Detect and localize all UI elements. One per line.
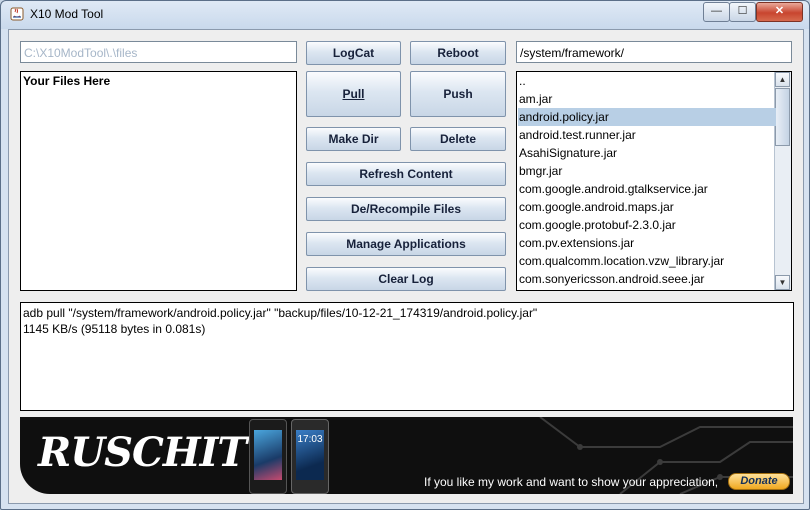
logcat-button[interactable]: LogCat xyxy=(306,41,401,65)
file-list-item[interactable]: com.sonyericsson.android.seee.jar xyxy=(518,270,776,288)
device-path-field[interactable]: /system/framework/ xyxy=(516,41,792,63)
file-list-item[interactable]: com.qualcomm.location.vzw_library.jar xyxy=(518,252,776,270)
file-list-item[interactable]: android.test.runner.jar xyxy=(518,126,776,144)
file-list-item[interactable]: com.pv.extensions.jar xyxy=(518,234,776,252)
device-file-list[interactable]: ▲ ▼ .. am.jar android.policy.jar android.te… xyxy=(516,71,792,291)
clear-log-button[interactable]: Clear Log xyxy=(306,267,506,291)
log-output[interactable]: adb pull "/system/framework/android.poli… xyxy=(20,302,794,411)
window-title: X10 Mod Tool xyxy=(30,7,104,21)
maximize-button[interactable]: ☐ xyxy=(729,2,756,22)
local-files-panel[interactable]: Your Files Here xyxy=(20,71,297,291)
close-button[interactable]: ✕ xyxy=(756,2,803,22)
pull-button[interactable]: Pull xyxy=(306,71,401,117)
local-path-field[interactable]: C:\X10ModTool\.\files xyxy=(20,41,297,63)
file-list-scrollbar[interactable]: ▲ ▼ xyxy=(774,72,791,290)
log-line: 1145 KB/s (95118 bytes in 0.081s) xyxy=(23,322,206,336)
app-window: X10 Mod Tool — ☐ ✕ C:\X10ModTool\.\files… xyxy=(0,0,810,510)
title-bar: X10 Mod Tool — ☐ ✕ xyxy=(1,1,809,29)
push-button[interactable]: Push xyxy=(410,71,506,117)
file-list-item[interactable]: .. xyxy=(518,72,776,90)
donate-button[interactable]: Donate xyxy=(728,473,790,490)
file-list-item[interactable]: android.policy.jar xyxy=(518,108,776,126)
ruschit-logo: RUSCHIT xyxy=(38,429,247,476)
log-line: adb pull "/system/framework/android.poli… xyxy=(23,306,538,320)
recompile-files-button[interactable]: De/Recompile Files xyxy=(306,197,506,221)
java-app-icon xyxy=(10,7,24,21)
scroll-down-arrow-icon[interactable]: ▼ xyxy=(775,275,790,290)
file-list-item[interactable]: com.google.android.gtalkservice.jar xyxy=(518,180,776,198)
phone-image-2: 17:03 xyxy=(291,419,329,494)
refresh-content-button[interactable]: Refresh Content xyxy=(306,162,506,186)
phone-clock: 17:03 xyxy=(296,430,324,480)
file-list-item[interactable]: AsahiSignature.jar xyxy=(518,144,776,162)
make-dir-button[interactable]: Make Dir xyxy=(306,127,401,151)
file-list-item[interactable]: bmgr.jar xyxy=(518,162,776,180)
file-list-item[interactable]: com.google.android.maps.jar xyxy=(518,198,776,216)
reboot-button[interactable]: Reboot xyxy=(410,41,506,65)
minimize-button[interactable]: — xyxy=(703,2,730,22)
manage-applications-button[interactable]: Manage Applications xyxy=(306,232,506,256)
phone-image xyxy=(249,419,287,494)
main-panel: C:\X10ModTool\.\files LogCat Reboot /sys… xyxy=(8,29,804,504)
appreciation-text: If you like my work and want to show you… xyxy=(424,475,719,489)
delete-button[interactable]: Delete xyxy=(410,127,506,151)
scroll-up-arrow-icon[interactable]: ▲ xyxy=(775,72,790,87)
files-panel-label: Your Files Here xyxy=(23,74,111,88)
file-list-item[interactable]: am.jar xyxy=(518,90,776,108)
donation-banner: RUSCHIT 17:03 If you like my work and wa… xyxy=(20,417,793,494)
scrollbar-thumb[interactable] xyxy=(775,88,790,146)
pull-label: Pull xyxy=(342,87,365,101)
file-list-item[interactable]: com.google.protobuf-2.3.0.jar xyxy=(518,216,776,234)
